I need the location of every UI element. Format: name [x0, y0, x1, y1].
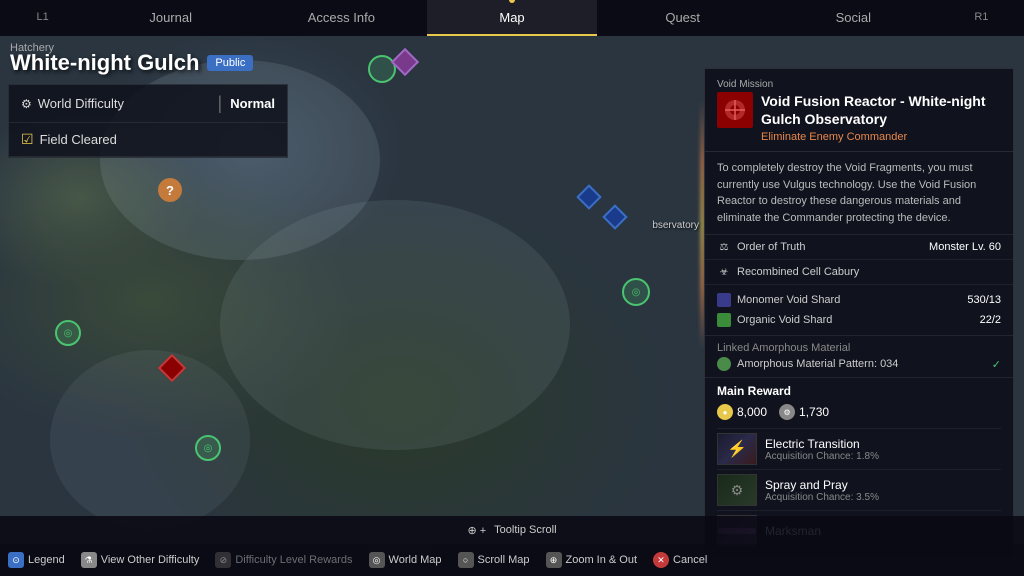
stat-value-1: Monster Lv. 60	[929, 241, 1001, 253]
coin-icon: ●	[717, 404, 733, 420]
observatory-label: bservatory	[652, 220, 699, 231]
legend-item[interactable]: ⊙ Legend	[8, 552, 65, 568]
cell-icon: ☣	[717, 265, 731, 279]
nav-tab-quest[interactable]: Quest	[597, 0, 768, 36]
bottom-bar: ⊙ Legend ⚗ View Other Difficulty ⊘ Diffi…	[0, 544, 1024, 576]
scroll-map-item[interactable]: ○ Scroll Map	[458, 552, 530, 568]
stat-row-2: ☣ Recombined Cell Cabury	[705, 260, 1013, 285]
difficulty-value: Normal	[230, 96, 275, 111]
mission-description: To completely destroy the Void Fragments…	[705, 152, 1013, 235]
reward-title: Main Reward	[717, 384, 1001, 398]
reward-name-2: Spray and Pray	[765, 478, 879, 492]
resource-row-2: Organic Void Shard 22/2	[717, 310, 1001, 330]
nav-tab-access-info[interactable]: Access Info	[256, 0, 427, 36]
resource-row-1: Monomer Void Shard 530/13	[717, 290, 1001, 310]
linked-label: Linked Amorphous Material	[717, 342, 1001, 354]
gear-currency-icon: ⚙	[779, 404, 795, 420]
mission-type: Void Mission	[717, 79, 1001, 90]
marker-green-1[interactable]: ◎	[55, 320, 81, 346]
nav-tab-map[interactable]: Map	[427, 0, 598, 36]
mission-header: Void Mission Void Fusion Reactor - White…	[705, 69, 1013, 152]
zoom-item[interactable]: ⊕ Zoom In & Out	[546, 552, 638, 568]
reward-thumb-2: ⚙	[717, 474, 757, 506]
reward-name-1: Electric Transition	[765, 437, 879, 451]
resources-section: Monomer Void Shard 530/13 Organic Void S…	[705, 285, 1013, 336]
snow-area-2	[220, 200, 570, 450]
location-name: White-night Gulch	[10, 50, 199, 76]
shard-icon-1	[717, 293, 731, 307]
spray-icon: ⚙	[731, 482, 744, 499]
location-header: White-night Gulch Public	[10, 50, 253, 76]
sidebar-panel: ⚙ World Difficulty | Normal ☑ Field Clea…	[8, 84, 288, 158]
electric-icon: ⚡	[727, 439, 747, 459]
marker-question[interactable]: ?	[158, 178, 182, 202]
marker-blue-diamond-2[interactable]	[606, 208, 624, 226]
difficulty-rewards-item: ⊘ Difficulty Level Rewards	[215, 552, 352, 568]
linked-section: Linked Amorphous Material Amorphous Mate…	[705, 336, 1013, 378]
active-indicator	[509, 0, 515, 3]
scroll-map-icon: ○	[458, 552, 474, 568]
nav-l1[interactable]: L1	[0, 0, 85, 36]
tooltip-scroll-bar[interactable]: ⊕ + Tooltip Scroll	[0, 516, 1024, 544]
linked-item: Amorphous Material Pattern: 034 ✓	[717, 357, 1001, 371]
mission-subtitle: Eliminate Enemy Commander	[761, 131, 1001, 143]
world-icon: ⚙	[21, 97, 32, 111]
nav-bar: L1 Journal Access Info Map Quest Social …	[0, 0, 1024, 36]
view-difficulty-item[interactable]: ⚗ View Other Difficulty	[81, 552, 200, 568]
reward-item-1: ⚡ Electric Transition Acquisition Chance…	[717, 428, 1001, 469]
order-icon: ⚖	[717, 240, 731, 254]
marker-green-2[interactable]: ◎	[195, 435, 221, 461]
linked-icon	[717, 357, 731, 371]
nav-tab-journal[interactable]: Journal	[85, 0, 256, 36]
cancel-item[interactable]: ✕ Cancel	[653, 552, 707, 568]
world-map-icon: ◎	[369, 552, 385, 568]
mission-icon-box	[717, 92, 753, 128]
difficulty-icon: ⚗	[81, 552, 97, 568]
stat-row-1: ⚖ Order of Truth Monster Lv. 60	[705, 235, 1013, 260]
tooltip-prefix: ⊕ +	[467, 524, 486, 537]
reward-currency-row: ● 8,000 ⚙ 1,730	[717, 404, 1001, 420]
nav-r1[interactable]: R1	[939, 0, 1024, 36]
reward-thumb-1: ⚡	[717, 433, 757, 465]
nav-tab-social[interactable]: Social	[768, 0, 939, 36]
tooltip-scroll-label: Tooltip Scroll	[494, 524, 556, 536]
marker-red-diamond[interactable]	[162, 358, 182, 378]
marker-green-3[interactable]: ◎	[622, 278, 650, 306]
difficulty-rewards-icon: ⊘	[215, 552, 231, 568]
legend-icon: ⊙	[8, 552, 24, 568]
world-difficulty-row[interactable]: ⚙ World Difficulty | Normal	[9, 85, 287, 123]
resource-value-2: 22/2	[980, 314, 1001, 326]
marker-blue-diamond-1[interactable]	[580, 188, 598, 206]
field-cleared-row[interactable]: ☑ Field Cleared	[9, 123, 287, 157]
void-icon	[723, 98, 747, 122]
mission-title: Void Fusion Reactor - White-night Gulch …	[761, 92, 1001, 128]
separator: |	[218, 93, 223, 114]
reward-chance-2: Acquisition Chance: 3.5%	[765, 492, 879, 503]
reward-item-2: ⚙ Spray and Pray Acquisition Chance: 3.5…	[717, 469, 1001, 510]
world-map-item[interactable]: ◎ World Map	[369, 552, 442, 568]
shard-icon-2	[717, 313, 731, 327]
resource-value-1: 530/13	[967, 294, 1001, 306]
gold-currency: ● 8,000	[717, 404, 767, 420]
marker-purple-diamond[interactable]	[395, 52, 415, 72]
mission-panel: Void Mission Void Fusion Reactor - White…	[704, 68, 1014, 558]
mission-title-row: Void Fusion Reactor - White-night Gulch …	[717, 92, 1001, 143]
public-badge: Public	[207, 55, 253, 71]
linked-check: ✓	[992, 358, 1001, 371]
check-icon: ☑	[21, 131, 34, 148]
zoom-icon: ⊕	[546, 552, 562, 568]
cancel-icon: ✕	[653, 552, 669, 568]
gear-currency: ⚙ 1,730	[779, 404, 829, 420]
reward-chance-1: Acquisition Chance: 1.8%	[765, 451, 879, 462]
